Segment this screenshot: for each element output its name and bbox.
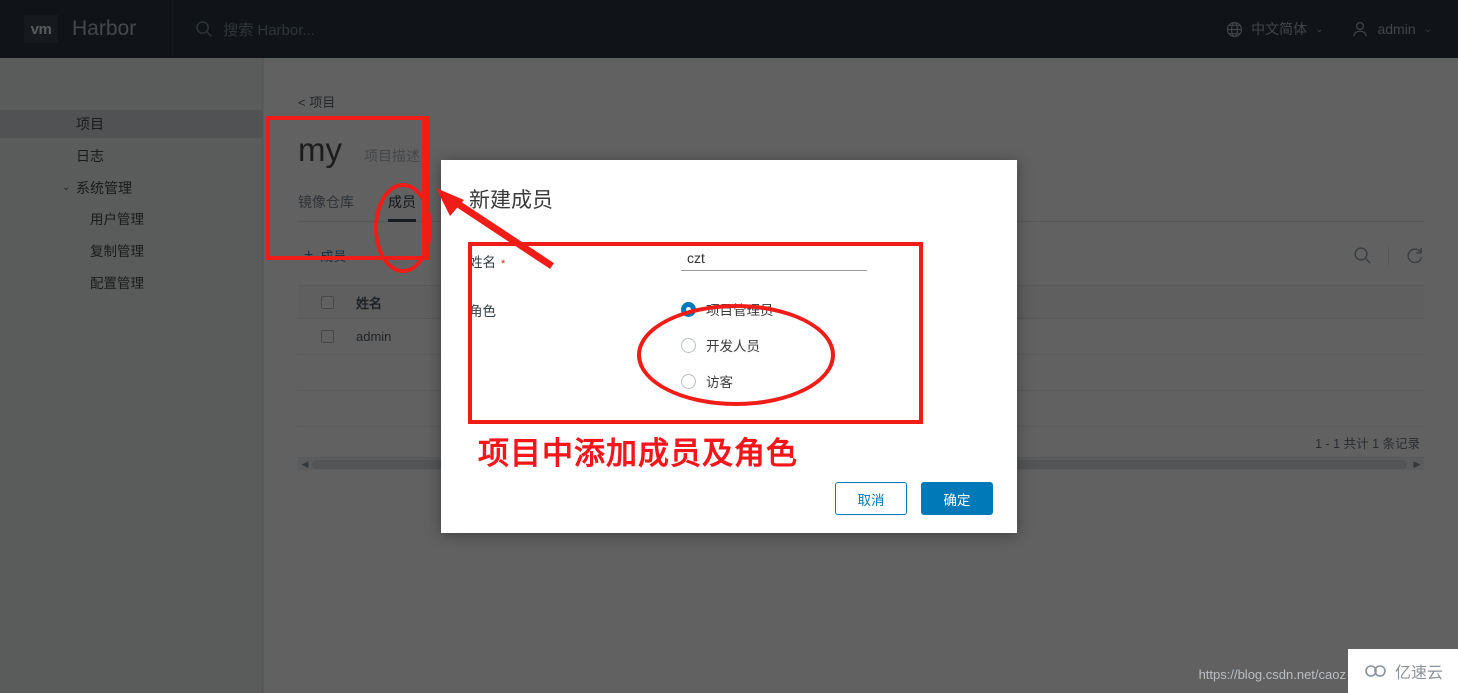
role-option-developer[interactable]: 开发人员 (681, 335, 774, 355)
name-label: 姓名 * (469, 248, 681, 271)
role-option-project-admin[interactable]: 项目管理员 (681, 299, 774, 319)
name-label-text: 姓名 (469, 255, 496, 270)
role-option-guest[interactable]: 访客 (681, 371, 774, 391)
radio-icon[interactable] (681, 373, 696, 389)
watermark-logo: 亿速云 (1348, 649, 1458, 693)
cancel-button[interactable]: 取消 (835, 482, 907, 515)
role-option-label: 开发人员 (706, 339, 760, 354)
name-field-row: 姓名 * (469, 248, 989, 271)
dialog-footer: 取消 确定 (835, 482, 993, 515)
watermark-logo-text: 亿速云 (1394, 665, 1443, 682)
dialog-body: 姓名 * 角色 项目管理员 开发人员 访客 (441, 214, 1017, 391)
required-marker: * (501, 258, 506, 270)
role-field-row: 角色 项目管理员 开发人员 访客 (469, 297, 989, 391)
role-label: 角色 (469, 304, 496, 319)
annotation-caption: 项目中添加成员及角色 (478, 436, 798, 472)
dialog-title: 新建成员 (469, 189, 553, 212)
radio-icon[interactable] (681, 337, 696, 353)
radio-selected-icon[interactable] (681, 301, 696, 317)
role-option-label: 访客 (706, 375, 733, 390)
watermark-url: https://blog.csdn.net/caoz (1198, 667, 1346, 682)
role-option-label: 项目管理员 (706, 303, 774, 318)
cloud-icon (1363, 662, 1389, 680)
add-member-dialog: 新建成员 姓名 * 角色 项目管理员 开发人员 访客 (441, 160, 1017, 533)
confirm-button[interactable]: 确定 (921, 482, 993, 515)
name-input[interactable] (681, 248, 867, 271)
role-radio-group: 项目管理员 开发人员 访客 (681, 297, 774, 391)
